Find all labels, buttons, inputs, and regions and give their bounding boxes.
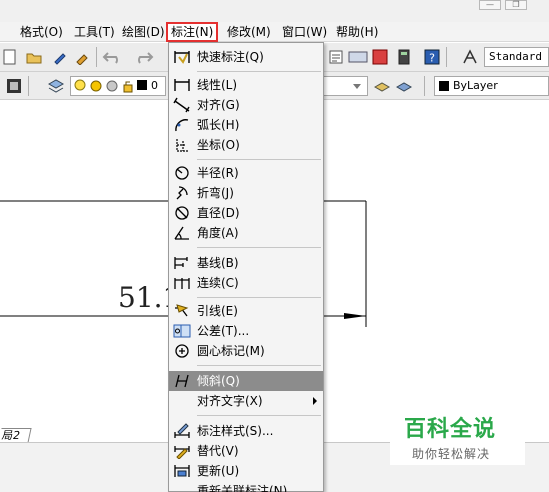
quick-dimension-icon — [174, 51, 190, 64]
new-file-icon[interactable] — [2, 49, 18, 65]
menu-item-leader[interactable]: 引线(E) — [169, 301, 323, 321]
lock-icon[interactable] — [121, 79, 135, 93]
menu-window[interactable]: 窗口(W) — [282, 24, 327, 40]
toolbar-separator — [424, 76, 425, 96]
menu-format[interactable]: 格式(O) — [20, 24, 63, 40]
lightbulb-icon[interactable] — [73, 79, 87, 93]
layout-tab[interactable]: 局2 — [0, 428, 32, 443]
menu-modify[interactable]: 修改(M) — [227, 24, 271, 40]
layer-combo[interactable]: 0 — [70, 76, 166, 96]
layer-color-swatch — [137, 80, 147, 90]
restore-button[interactable]: ❐ — [505, 0, 527, 10]
menu-item-baseline[interactable]: 基线(B) — [169, 253, 323, 273]
menu-tools[interactable]: 工具(T) — [74, 24, 115, 40]
help-icon[interactable]: ? — [424, 49, 440, 65]
window-top-strip: — ❐ — [0, 0, 549, 22]
linear-icon — [174, 79, 190, 91]
sun-icon[interactable] — [89, 79, 103, 93]
open-folder-icon[interactable] — [26, 49, 42, 65]
override-icon — [174, 446, 190, 459]
dimension-menu: 快速标注(Q) 线性(L) 对齐(G) 弧长(H) 坐标(O) 半径(R) 折弯… — [168, 42, 324, 492]
menu-item-angular[interactable]: 角度(A) — [169, 223, 323, 243]
menu-item-ordinate[interactable]: 坐标(O) — [169, 135, 323, 155]
toolbar-separator — [28, 76, 29, 96]
watermark: 百科全说 助你轻松解决 — [390, 405, 525, 465]
menu-item-override[interactable]: 替代(V) — [169, 441, 323, 461]
redo-icon[interactable] — [132, 49, 154, 65]
svg-text:?: ? — [429, 52, 435, 65]
menu-item-continue[interactable]: 连续(C) — [169, 273, 323, 293]
menu-item-tolerance[interactable]: 公差(T)... — [169, 321, 323, 341]
chevron-down-icon[interactable] — [353, 84, 361, 89]
aligned-icon — [173, 97, 190, 113]
submenu-arrow-icon — [313, 397, 317, 405]
menu-item-align-text[interactable]: 对齐文字(X) — [169, 391, 323, 411]
arc-length-icon — [175, 119, 189, 132]
menu-item-diameter[interactable]: 直径(D) — [169, 203, 323, 223]
jogged-icon — [176, 186, 188, 200]
oblique-icon — [175, 374, 189, 388]
layer-previous-icon[interactable] — [396, 78, 412, 94]
text-style-icon — [463, 49, 477, 64]
color-combo[interactable]: ByLayer — [434, 76, 549, 96]
toolbar-separator — [96, 47, 97, 67]
menu-item-update[interactable]: 更新(U) — [169, 461, 323, 481]
layer-manager-icon[interactable] — [6, 78, 22, 94]
menu-draw[interactable]: 绘图(D) — [122, 24, 165, 40]
properties-icon[interactable] — [328, 49, 344, 65]
undo-icon[interactable] — [102, 49, 124, 65]
diameter-icon — [175, 206, 189, 220]
design-center-icon[interactable] — [348, 49, 368, 65]
menu-item-aligned[interactable]: 对齐(G) — [169, 95, 323, 115]
radius-icon — [175, 166, 189, 180]
menu-item-quick-dimension[interactable]: 快速标注(Q) — [169, 47, 323, 67]
menu-item-oblique[interactable]: 倾斜(Q) — [169, 371, 323, 391]
ordinate-icon — [176, 139, 189, 152]
leader-icon — [175, 304, 189, 317]
menu-item-dimension-style[interactable]: 标注样式(S)... — [169, 421, 323, 441]
layer-name: 0 — [151, 79, 158, 92]
watermark-title: 百科全说 — [404, 417, 497, 442]
pen-icon[interactable] — [52, 49, 68, 65]
color-swatch — [439, 81, 449, 91]
tool-palette-icon[interactable] — [372, 49, 388, 65]
center-mark-icon — [175, 344, 189, 358]
menu-item-radius[interactable]: 半径(R) — [169, 163, 323, 183]
update-icon — [174, 465, 190, 477]
angular-icon — [174, 226, 189, 240]
text-style-combo[interactable]: Standard — [484, 47, 549, 67]
menu-dimension[interactable]: 标注(N) — [166, 22, 219, 42]
layer-combo-end[interactable] — [324, 76, 368, 96]
layer-states-icon[interactable] — [48, 78, 64, 94]
menu-item-linear[interactable]: 线性(L) — [169, 75, 323, 95]
continue-icon — [174, 278, 190, 289]
menu-item-reassociate[interactable]: 重新关联标注(N) — [169, 481, 323, 492]
baseline-icon — [174, 257, 188, 269]
make-current-layer-icon[interactable] — [374, 78, 390, 94]
minimize-button[interactable]: — — [479, 0, 501, 10]
calculator-icon[interactable] — [396, 49, 412, 65]
menu-item-arc-length[interactable]: 弧长(H) — [169, 115, 323, 135]
viewport-freeze-icon[interactable] — [105, 79, 119, 93]
toolbar-separator — [446, 47, 447, 67]
menu-item-jogged[interactable]: 折弯(J) — [169, 183, 323, 203]
color-combo-label: ByLayer — [453, 79, 498, 92]
watermark-subtitle: 助你轻松解决 — [412, 447, 491, 461]
menu-bar: 格式(O) 工具(T) 绘图(D) 标注(N) 修改(M) 窗口(W) 帮助(H… — [0, 22, 549, 42]
menu-help[interactable]: 帮助(H) — [336, 24, 378, 40]
dimension-style-icon — [174, 423, 190, 438]
tolerance-icon — [173, 324, 191, 338]
brush-icon[interactable] — [74, 49, 90, 65]
menu-item-center-mark[interactable]: 圆心标记(M) — [169, 341, 323, 361]
